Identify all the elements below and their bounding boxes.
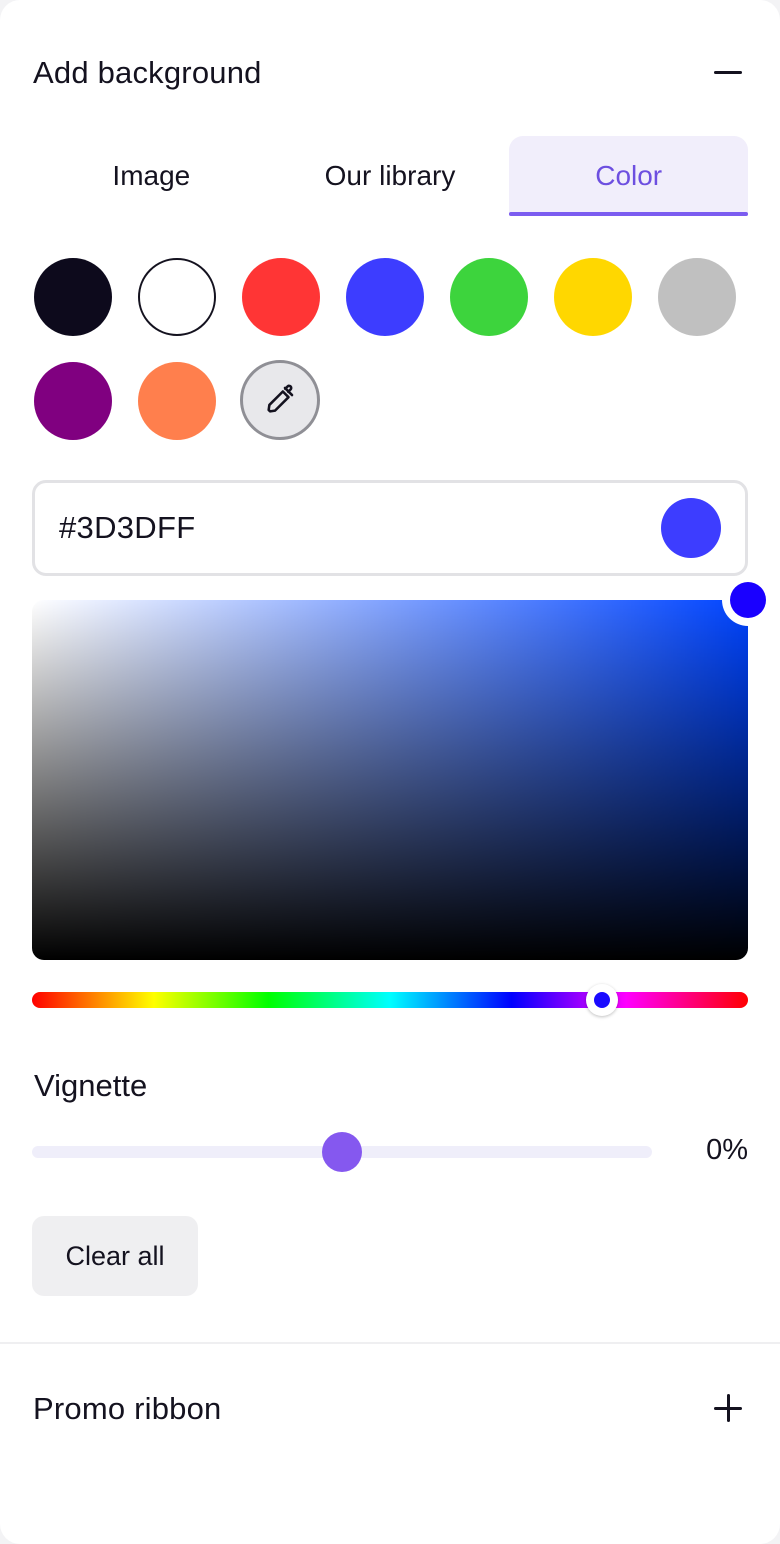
color-preview (661, 498, 721, 558)
vignette-slider-thumb[interactable] (322, 1132, 362, 1172)
swatch-red[interactable] (242, 258, 320, 336)
swatch-orange[interactable] (138, 362, 216, 440)
vignette-label: Vignette (34, 1068, 148, 1103)
minus-icon[interactable] (707, 53, 747, 93)
swatch-yellow[interactable] (554, 258, 632, 336)
swatch-white[interactable] (138, 258, 216, 336)
swatch-black[interactable] (34, 258, 112, 336)
add-background-header[interactable]: Add background (33, 45, 747, 101)
tab-image[interactable]: Image (32, 136, 271, 216)
hex-color-input[interactable]: #3D3DFF (32, 480, 748, 576)
saturation-value-area[interactable] (32, 600, 748, 960)
swatch-purple[interactable] (34, 362, 112, 440)
eyedropper-button[interactable] (240, 360, 320, 440)
hue-slider[interactable] (32, 992, 748, 1008)
vignette-value: 0% (706, 1134, 748, 1166)
tab-our-library[interactable]: Our library (271, 136, 510, 216)
plus-icon[interactable] (707, 1389, 747, 1429)
swatch-green[interactable] (450, 258, 528, 336)
swatch-gray[interactable] (658, 258, 736, 336)
promo-ribbon-title: Promo ribbon (33, 1391, 222, 1426)
background-panel: Add background Image Our library Color #… (0, 0, 780, 1544)
saturation-handle[interactable] (722, 574, 774, 626)
swatch-blue[interactable] (346, 258, 424, 336)
promo-ribbon-header[interactable]: Promo ribbon (33, 1381, 747, 1437)
section-divider (0, 1342, 780, 1344)
clear-all-button[interactable]: Clear all (32, 1216, 198, 1296)
background-tabs: Image Our library Color (32, 136, 749, 216)
hex-value[interactable]: #3D3DFF (59, 510, 195, 546)
hue-handle[interactable] (586, 984, 618, 1016)
tab-color[interactable]: Color (509, 136, 749, 216)
eyedropper-icon (267, 384, 294, 413)
add-background-title: Add background (33, 55, 262, 90)
